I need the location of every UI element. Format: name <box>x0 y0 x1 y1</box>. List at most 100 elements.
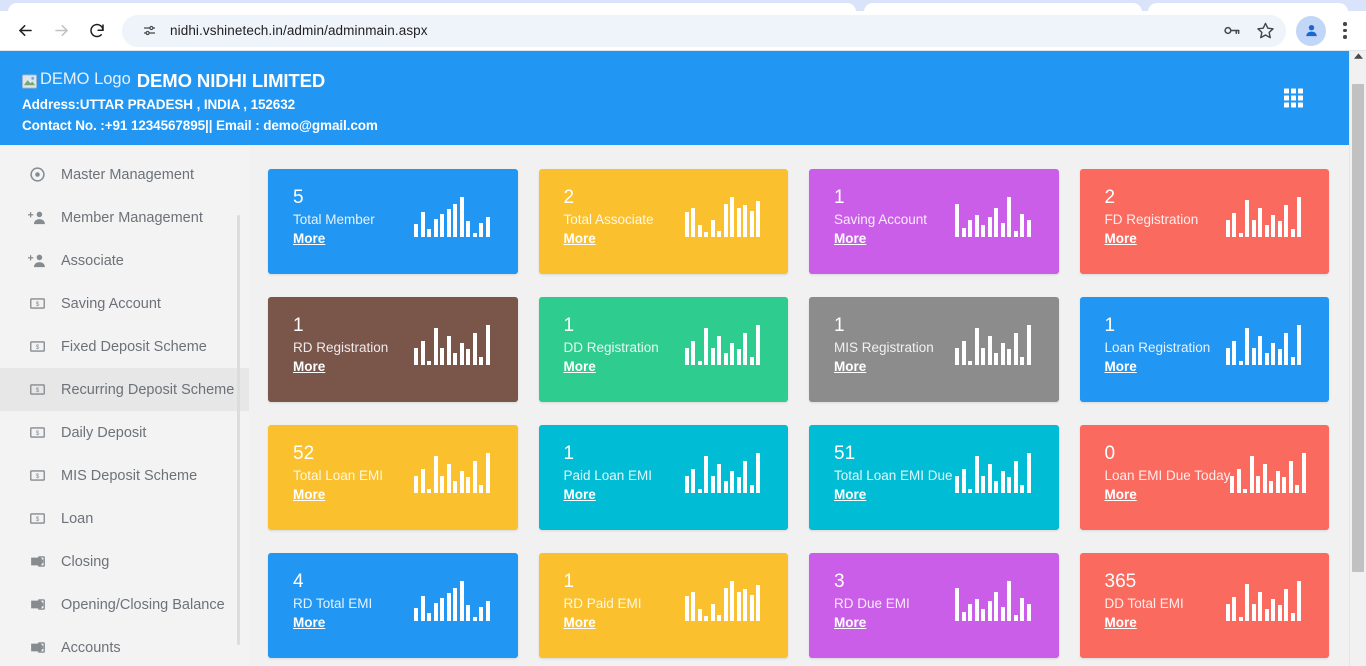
sidebar-item-accounts[interactable]: Accounts <box>0 626 249 666</box>
sidebar-item-member-management[interactable]: Member Management <box>0 196 249 239</box>
stat-card-count: 1 <box>564 571 642 593</box>
stat-card-text: 1Paid Loan EMIMore <box>564 443 653 502</box>
reload-icon[interactable] <box>80 14 114 48</box>
sidebar-item-master-management[interactable]: Master Management <box>0 153 249 196</box>
sidebar-item-label: MIS Deposit Scheme <box>61 468 197 484</box>
forward-arrow-icon[interactable] <box>44 14 78 48</box>
sidebar-item-recurring-deposit-scheme[interactable]: $Recurring Deposit Scheme <box>0 368 249 411</box>
stat-card[interactable]: 1Loan RegistrationMore <box>1080 297 1330 402</box>
sidebar-item-saving-account[interactable]: $ Saving Account <box>0 282 249 325</box>
page-scrollbar[interactable] <box>1349 51 1366 666</box>
stat-card-label: RD Paid EMI <box>564 595 642 613</box>
stat-card[interactable]: 1Saving AccountMore <box>809 169 1059 274</box>
stat-card-count: 4 <box>293 571 372 593</box>
scrollbar-thumb[interactable] <box>1352 84 1364 572</box>
browser-tab[interactable] <box>864 3 1142 11</box>
svg-text:$: $ <box>35 344 39 351</box>
url-text: nidhi.vshinetech.in/admin/adminmain.aspx <box>170 23 428 38</box>
stat-card-more-link[interactable]: More <box>564 359 596 374</box>
company-contact: Contact No. :+91 1234567895|| Email : de… <box>22 116 1349 137</box>
sparkline-bar-chart-icon <box>685 447 761 493</box>
stat-card-text: 52Total Loan EMIMore <box>293 443 383 502</box>
dashboard-content: 5Total MemberMore 2Total AssociateMore 1Sa… <box>249 145 1349 666</box>
stat-card-more-link[interactable]: More <box>564 615 596 630</box>
address-bar[interactable]: nidhi.vshinetech.in/admin/adminmain.aspx <box>122 15 1286 47</box>
back-arrow-icon[interactable] <box>8 14 42 48</box>
stat-card[interactable]: 1Paid Loan EMIMore <box>539 425 789 530</box>
stat-card-more-link[interactable]: More <box>1105 487 1137 502</box>
stat-card-more-link[interactable]: More <box>1105 231 1137 246</box>
stat-card[interactable]: 2Total AssociateMore <box>539 169 789 274</box>
sidebar-item-label: Saving Account <box>61 296 161 312</box>
stat-card-more-link[interactable]: More <box>834 615 866 630</box>
three-dot-menu-icon[interactable] <box>1332 14 1358 48</box>
stat-card[interactable]: 4RD Total EMIMore <box>268 553 518 658</box>
stat-card[interactable]: 1 RD Paid EMI More <box>539 553 789 658</box>
browser-tab[interactable] <box>1148 3 1348 11</box>
page-viewport: DEMO Logo DEMO NIDHI LIMITED Address:UTT… <box>0 51 1366 666</box>
grid-apps-icon[interactable] <box>1284 89 1303 108</box>
password-key-icon[interactable] <box>1216 16 1246 46</box>
sidebar-item-mis-deposit-scheme[interactable]: $MIS Deposit Scheme <box>0 454 249 497</box>
stat-card-more-link[interactable]: More <box>293 487 325 502</box>
stat-card-more-link[interactable]: More <box>293 359 325 374</box>
sidebar-item-opening-closing-balance[interactable]: Opening/Closing Balance <box>0 583 249 626</box>
stat-card-count: 5 <box>293 187 375 209</box>
site-settings-icon[interactable] <box>136 18 162 44</box>
sparkline-bar-chart-icon <box>685 575 761 621</box>
sidebar-item-daily-deposit[interactable]: $Daily Deposit <box>0 411 249 454</box>
stat-card-text: 0Loan EMI Due TodayMore <box>1105 443 1231 502</box>
sidebar-item-fixed-deposit-scheme[interactable]: $Fixed Deposit Scheme <box>0 325 249 368</box>
stat-card-more-link[interactable]: More <box>564 487 596 502</box>
stat-card-text: 1DD RegistrationMore <box>564 315 659 374</box>
stat-card-label: Paid Loan EMI <box>564 467 653 485</box>
stat-card-more-link[interactable]: More <box>1105 359 1137 374</box>
stat-card-text: 2Total AssociateMore <box>564 187 654 246</box>
stat-card-label: FD Registration <box>1105 211 1199 229</box>
browser-tab-strip[interactable] <box>0 0 1366 11</box>
stat-card[interactable]: 5Total MemberMore <box>268 169 518 274</box>
stat-card[interactable]: 1MIS RegistrationMore <box>809 297 1059 402</box>
stat-card-more-link[interactable]: More <box>834 231 866 246</box>
stat-card[interactable]: 1DD RegistrationMore <box>539 297 789 402</box>
money-note-icon: $ <box>28 295 46 313</box>
sparkline-bar-chart-icon <box>414 319 490 365</box>
stat-card-label: Loan Registration <box>1105 339 1211 357</box>
stat-card-more-link[interactable]: More <box>834 487 866 502</box>
stat-card-more-link[interactable]: More <box>1105 615 1137 630</box>
wallet-icon <box>28 596 46 614</box>
sidebar-item-label: Master Management <box>61 167 194 183</box>
stat-card[interactable]: 1 RD Registration More <box>268 297 518 402</box>
sidebar-item-closing[interactable]: Closing <box>0 540 249 583</box>
person-add-icon <box>28 252 46 270</box>
stat-card-count: 1 <box>834 315 934 337</box>
stat-card-text: 365DD Total EMIMore <box>1105 571 1184 630</box>
stat-card-label: RD Registration <box>293 339 388 357</box>
stat-card-more-link[interactable]: More <box>293 231 325 246</box>
sidebar-scrollbar[interactable] <box>237 215 240 645</box>
sparkline-bar-chart-icon <box>685 319 761 365</box>
stat-card-more-link[interactable]: More <box>293 615 325 630</box>
stat-card[interactable]: 52Total Loan EMIMore <box>268 425 518 530</box>
stat-card[interactable]: 365DD Total EMIMore <box>1080 553 1330 658</box>
stat-card-more-link[interactable]: More <box>564 231 596 246</box>
svg-text:$: $ <box>35 516 39 523</box>
stat-card-count: 1 <box>293 315 388 337</box>
stat-card[interactable]: 3RD Due EMIMore <box>809 553 1059 658</box>
bookmark-star-icon[interactable] <box>1250 16 1280 46</box>
scroll-up-arrow-icon[interactable] <box>1350 53 1366 60</box>
sidebar-item-loan[interactable]: $Loan <box>0 497 249 540</box>
stat-card-text: 3RD Due EMIMore <box>834 571 910 630</box>
stat-card-count: 1 <box>564 315 659 337</box>
profile-avatar-icon[interactable] <box>1296 16 1326 46</box>
stat-card-more-link[interactable]: More <box>834 359 866 374</box>
sparkline-bar-chart-icon <box>414 191 490 237</box>
stat-card[interactable]: 2FD RegistrationMore <box>1080 169 1330 274</box>
browser-tab[interactable] <box>8 3 856 11</box>
stat-card-text: 51Total Loan EMI DueMore <box>834 443 953 502</box>
company-name: DEMO NIDHI LIMITED <box>137 70 325 92</box>
stat-card[interactable]: 0Loan EMI Due TodayMore <box>1080 425 1330 530</box>
stat-card[interactable]: 51Total Loan EMI DueMore <box>809 425 1059 530</box>
sidebar-item-label: Member Management <box>61 210 203 226</box>
sidebar-item-associate[interactable]: Associate <box>0 239 249 282</box>
